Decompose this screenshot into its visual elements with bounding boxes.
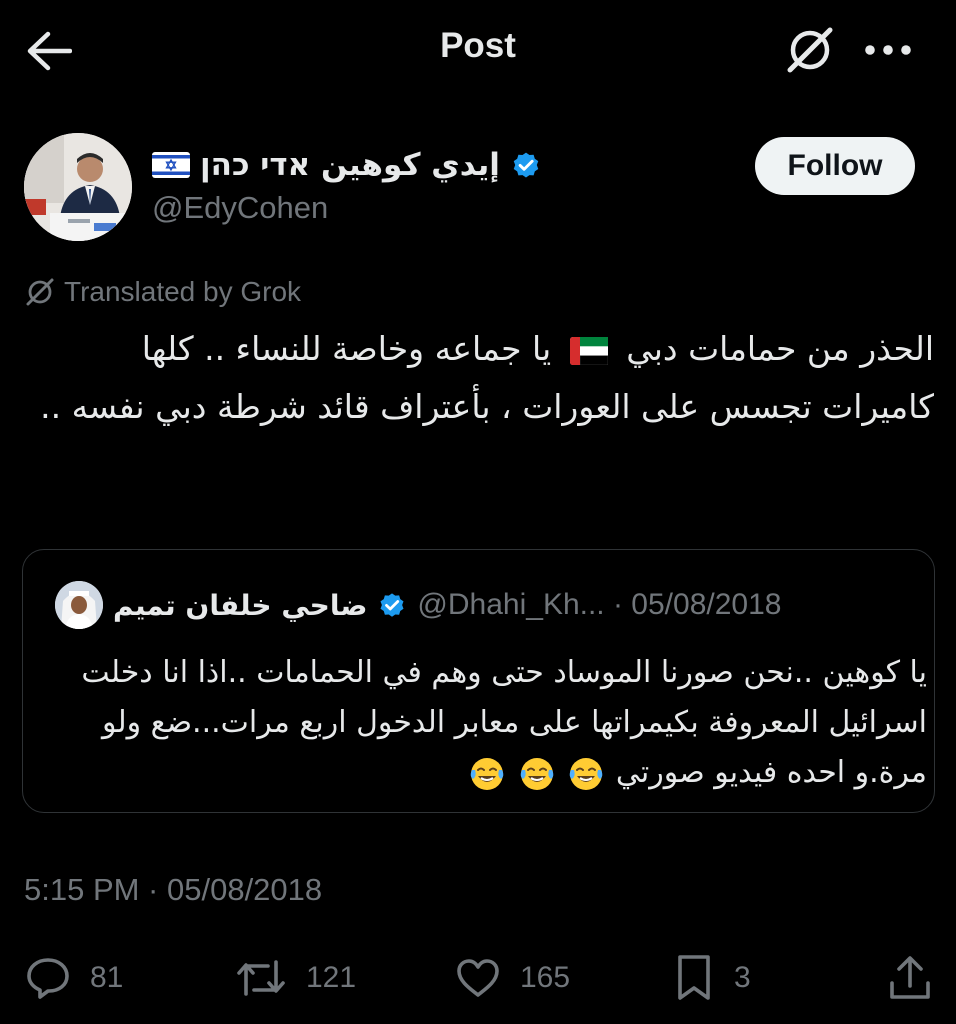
face-with-tears-of-joy-emoji [520,757,554,790]
israel-flag-icon [152,152,190,178]
grok-icon [26,278,54,306]
reply-count: 81 [90,961,124,994]
bookmark-count: 3 [734,961,751,994]
uae-flag-icon [569,336,608,365]
face-with-tears-of-joy-emoji [470,757,504,790]
heart-icon [457,959,499,997]
post-timestamp[interactable]: 5:15 PM · 05/08/2018 [24,872,322,908]
like-count: 165 [520,961,571,994]
follow-button[interactable]: Follow [755,137,915,195]
repost-button[interactable]: 121 [234,948,356,1008]
repost-icon [237,960,285,996]
quoted-avatar-image [55,581,103,629]
face-with-tears-of-joy-emoji [570,757,603,790]
reply-icon [27,958,69,999]
author-avatar-image [24,133,132,241]
author-name-row[interactable]: إيدي كوهين אדי כהן [152,142,542,188]
bookmark-icon [678,955,710,1000]
grok-button[interactable] [782,22,838,78]
verified-badge-icon [380,593,404,617]
quoted-post-text: يا كوهين ..نحن صورنا الموساد حتى وهم في … [53,648,927,798]
translation-notice[interactable]: Translated by Grok [24,276,301,308]
post-text: الحذر من حمامات دبي يا جماعه وخاصة للنسا… [24,320,934,436]
share-button[interactable] [886,948,934,1008]
quoted-author-avatar[interactable] [55,581,103,629]
quoted-post-header: ضاحي خلفان تميم @Dhahi_Kh... · 05/08/201… [55,580,910,630]
quoted-author-name: ضاحي خلفان تميم [113,588,368,622]
author-avatar[interactable] [24,133,132,241]
author-display-name: إيدي كوهين אדי כהן [200,147,500,183]
reply-button[interactable]: 81 [24,948,123,1008]
action-bar: 81 121 165 3 [0,948,956,1008]
post-text-part1: الحذر من حمامات دبي [626,329,934,368]
quoted-post-meta: @Dhahi_Kh... · 05/08/2018 [417,588,782,621]
verified-badge-icon [513,152,539,178]
like-button[interactable]: 165 [454,948,570,1008]
share-icon [890,956,930,999]
more-options-button[interactable] [860,24,916,76]
repost-count: 121 [306,961,357,994]
author-handle[interactable]: @EdyCohen [152,190,328,226]
bookmark-button[interactable]: 3 [672,948,751,1008]
grok-icon [787,27,833,73]
quoted-post[interactable]: ضاحي خلفان تميم @Dhahi_Kh... · 05/08/201… [22,549,935,813]
top-bar: Post [0,0,956,100]
translation-label: Translated by Grok [64,276,302,307]
more-horizontal-icon [865,45,911,55]
